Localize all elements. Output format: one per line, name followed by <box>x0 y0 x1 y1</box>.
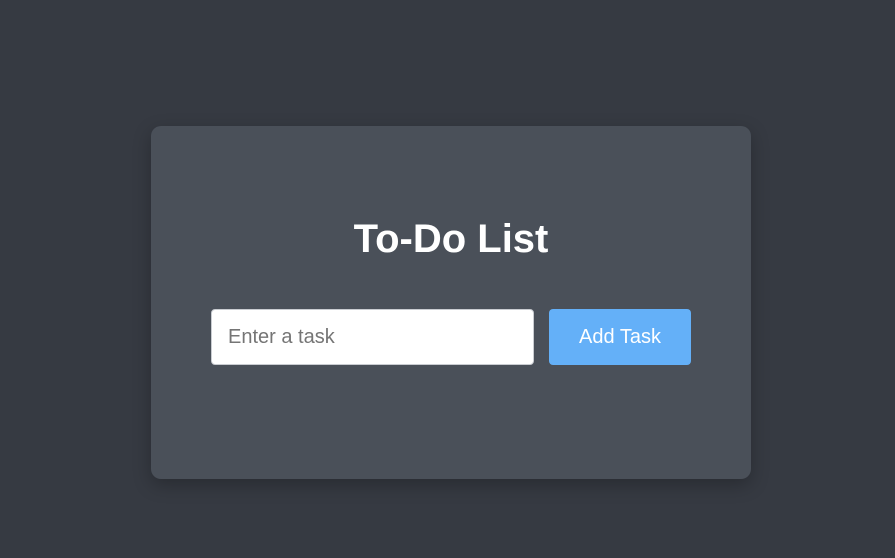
add-task-button[interactable]: Add Task <box>549 309 691 365</box>
task-input[interactable] <box>211 309 534 365</box>
todo-card: To-Do List Add Task <box>151 126 751 479</box>
page-title: To-Do List <box>353 217 549 261</box>
